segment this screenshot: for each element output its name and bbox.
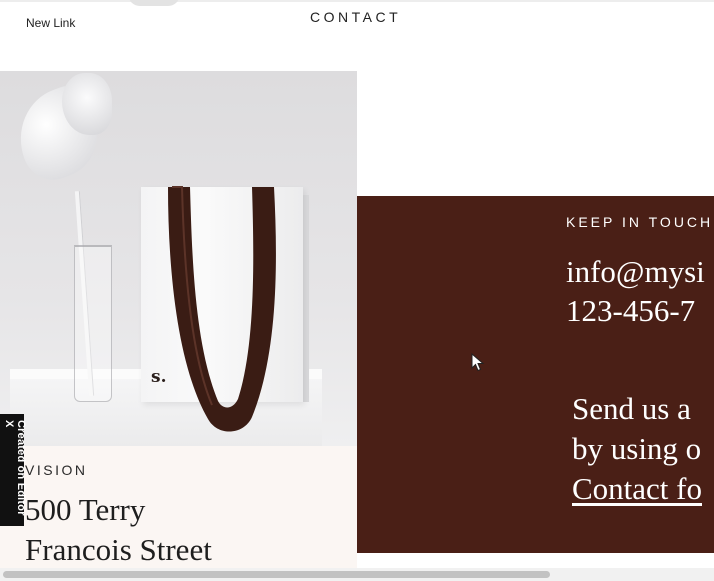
header-logo-shape (128, 0, 180, 6)
phone-number: 123-456-7 (566, 293, 696, 328)
horizontal-scrollbar[interactable] (0, 568, 714, 581)
address-line-1: 500 Terry (25, 492, 146, 527)
send-message-line-2: by using o (572, 431, 702, 466)
vision-label: VISION (25, 462, 88, 478)
bag-side (303, 195, 309, 402)
keep-in-touch-label: KEEP IN TOUCH (566, 214, 714, 230)
header-divider (0, 0, 714, 2)
mouse-pointer-icon (471, 353, 485, 372)
nav-new-link[interactable]: New Link (26, 16, 75, 30)
editor-x-badge-label: Created on Editor X (3, 420, 27, 516)
glass-vase (74, 245, 112, 402)
keep-in-touch-panel: KEEP IN TOUCH info@mysi 123-456-7 Send u… (357, 196, 714, 553)
address-line-2: Francois Street (25, 532, 212, 567)
email-address[interactable]: info@mysi (566, 253, 705, 291)
contact-form-link[interactable]: Contact fo (572, 469, 702, 509)
bag-logo-text: s. (151, 367, 167, 387)
flower-petal-small (62, 73, 112, 135)
send-message-line-1: Send us a (572, 391, 691, 426)
scrollbar-thumb[interactable] (3, 571, 550, 578)
editor-x-badge[interactable]: Created on Editor X (0, 414, 27, 526)
page-title: CONTACT (310, 9, 402, 25)
product-photo: s. (0, 71, 357, 446)
bag-ribbon-handle (168, 186, 276, 432)
